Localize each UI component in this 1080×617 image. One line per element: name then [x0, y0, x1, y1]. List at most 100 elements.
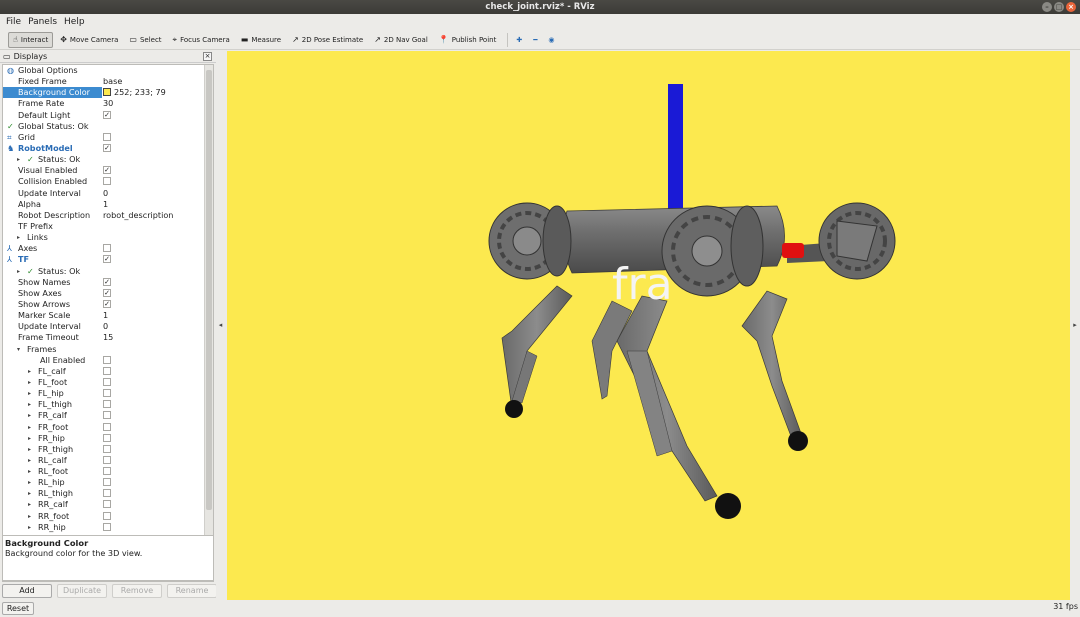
display-value[interactable]	[102, 355, 205, 366]
display-row[interactable]: ✓ Global Status: Ok	[3, 121, 213, 132]
tool-2d-pose-estimate[interactable]: ↗ 2D Pose Estimate	[288, 32, 367, 48]
display-value[interactable]	[102, 176, 205, 187]
checkbox[interactable]: ✓	[103, 288, 111, 297]
checkbox[interactable]: ✓	[103, 143, 111, 152]
display-value[interactable]: ✓	[102, 110, 205, 121]
expand-arrow-icon[interactable]: ▸	[28, 466, 31, 477]
display-value[interactable]	[102, 522, 205, 533]
display-row[interactable]: ⅄ Axes	[3, 243, 213, 254]
display-value[interactable]	[102, 455, 205, 466]
eye-icon[interactable]: ◉	[544, 32, 558, 48]
display-row[interactable]: ♞ RobotModel ✓	[3, 143, 213, 154]
color-swatch[interactable]	[103, 87, 111, 96]
display-row[interactable]: ▸ RR_foot	[3, 511, 213, 522]
tree-scrollbar[interactable]	[204, 65, 213, 581]
expand-arrow-icon[interactable]: ▸	[28, 488, 31, 499]
display-row[interactable]: ▾ Frames	[3, 344, 213, 355]
left-splitter[interactable]: ◂	[216, 51, 225, 600]
menu-help[interactable]: Help	[64, 17, 85, 27]
display-row[interactable]: ▸ FR_hip	[3, 433, 213, 444]
display-row[interactable]: Update Interval 0	[3, 321, 213, 332]
checkbox[interactable]: ✓	[103, 166, 111, 175]
display-row[interactable]: Show Axes ✓	[3, 288, 213, 299]
display-row[interactable]: ▸ FL_thigh	[3, 399, 213, 410]
checkbox[interactable]	[103, 467, 111, 476]
display-value[interactable]: 15	[102, 332, 205, 343]
display-value[interactable]	[102, 132, 205, 143]
duplicate-button[interactable]: Duplicate	[57, 584, 107, 598]
checkbox[interactable]: ✓	[103, 277, 111, 286]
display-value[interactable]: ✓	[102, 277, 205, 288]
expand-arrow-icon[interactable]: ▸	[17, 154, 20, 165]
checkbox[interactable]	[103, 244, 111, 253]
display-value[interactable]: ✓	[102, 299, 205, 310]
checkbox[interactable]	[103, 511, 111, 520]
tool-interact[interactable]: ☝ Interact	[8, 31, 54, 48]
checkbox[interactable]	[103, 522, 111, 531]
display-value[interactable]	[102, 477, 205, 488]
checkbox[interactable]	[103, 366, 111, 375]
tool-move-camera[interactable]: ✥ Move Camera	[56, 32, 122, 48]
expand-arrow-icon[interactable]: ▸	[28, 499, 31, 510]
display-row[interactable]: All Enabled	[3, 355, 213, 366]
display-row[interactable]: Marker Scale 1	[3, 310, 213, 321]
display-row[interactable]: Collision Enabled	[3, 176, 213, 187]
display-row[interactable]: ▸ FL_foot	[3, 377, 213, 388]
display-value[interactable]: base	[102, 76, 205, 87]
display-value[interactable]: robot_description	[102, 210, 205, 221]
display-value[interactable]: 1	[102, 310, 205, 321]
checkbox[interactable]	[103, 422, 111, 431]
tool-measure[interactable]: ▬ Measure	[237, 32, 285, 48]
display-value[interactable]: 0	[102, 188, 205, 199]
display-row[interactable]: ▸ FR_calf	[3, 410, 213, 421]
expand-arrow-icon[interactable]: ▸	[28, 366, 31, 377]
expand-arrow-icon[interactable]: ▸	[28, 377, 31, 388]
3d-viewport[interactable]: fra	[227, 51, 1070, 600]
display-value[interactable]	[102, 444, 205, 455]
display-row[interactable]: Robot Description robot_description	[3, 210, 213, 221]
checkbox[interactable]: ✓	[103, 255, 111, 264]
minimize-button[interactable]: –	[1042, 2, 1052, 12]
plus-icon[interactable]: ✚	[512, 32, 526, 48]
expand-arrow-icon[interactable]: ▸	[17, 266, 20, 277]
checkbox[interactable]	[103, 377, 111, 386]
rename-button[interactable]: Rename	[167, 584, 217, 598]
scrollbar-thumb[interactable]	[206, 70, 212, 510]
menu-panels[interactable]: Panels	[28, 17, 57, 27]
panel-close-button[interactable]: ×	[203, 52, 212, 61]
display-row[interactable]: ▸ ✓ Status: Ok	[3, 154, 213, 165]
expand-arrow-icon[interactable]: ▸	[28, 410, 31, 421]
reset-button[interactable]: Reset	[2, 602, 34, 615]
display-value[interactable]: ✓	[102, 165, 205, 176]
display-value[interactable]	[102, 154, 205, 165]
checkbox[interactable]	[103, 478, 111, 487]
display-row[interactable]: ⅄ TF ✓	[3, 254, 213, 265]
display-row[interactable]: Background Color 252; 233; 79	[3, 87, 213, 99]
checkbox[interactable]	[103, 389, 111, 398]
checkbox[interactable]: ✓	[103, 110, 111, 119]
display-value[interactable]: 252; 233; 79	[102, 87, 205, 99]
checkbox[interactable]	[103, 444, 111, 453]
display-value[interactable]: ✓	[102, 143, 205, 154]
display-value[interactable]	[102, 399, 205, 410]
display-value[interactable]	[102, 410, 205, 421]
display-row[interactable]: Show Arrows ✓	[3, 299, 213, 310]
display-value[interactable]	[102, 121, 205, 132]
expand-arrow-icon[interactable]: ▸	[17, 232, 20, 243]
display-row[interactable]: ▸ RR_calf	[3, 499, 213, 510]
display-row[interactable]: Update Interval 0	[3, 188, 213, 199]
checkbox[interactable]	[103, 500, 111, 509]
tool-focus-camera[interactable]: ⌖ Focus Camera	[169, 32, 234, 48]
tool-publish-point[interactable]: 📍 Publish Point	[435, 32, 501, 48]
display-row[interactable]: TF Prefix	[3, 221, 213, 232]
display-value[interactable]: 1	[102, 199, 205, 210]
display-row[interactable]: ⌗ Grid	[3, 132, 213, 143]
menu-file[interactable]: File	[6, 17, 21, 27]
maximize-button[interactable]: □	[1054, 2, 1064, 12]
display-value[interactable]	[102, 466, 205, 477]
checkbox[interactable]: ✓	[103, 299, 111, 308]
expand-arrow-icon[interactable]: ▸	[28, 444, 31, 455]
checkbox[interactable]	[103, 489, 111, 498]
expand-arrow-icon[interactable]: ▸	[28, 433, 31, 444]
display-row[interactable]: ▸ FL_calf	[3, 366, 213, 377]
